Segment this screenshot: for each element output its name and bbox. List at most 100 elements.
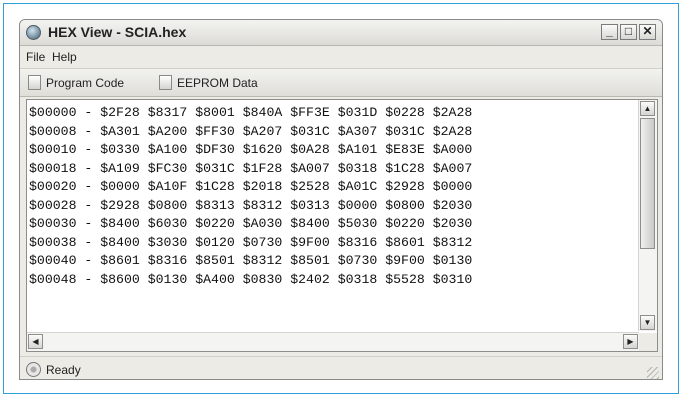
- hex-row: $00000 - $2F28 $8317 $8001 $840A $FF3E $…: [29, 105, 473, 120]
- hex-word: $0000: [100, 179, 140, 194]
- hex-word: $FF30: [195, 123, 235, 139]
- eeprom-data-button[interactable]: EEPROM Data: [159, 73, 258, 92]
- hex-address: $00008: [29, 123, 77, 139]
- hex-word: $2030: [432, 197, 473, 213]
- toolbar: Program Code EEPROM Data: [20, 69, 662, 97]
- vertical-scrollbar[interactable]: ▲ ▼: [638, 100, 657, 331]
- hex-word: $5030: [337, 216, 378, 231]
- hex-dump: $00000 - $2F28 $8317 $8001 $840A $FF3E $…: [29, 104, 637, 289]
- hex-word: $2F28: [100, 105, 140, 120]
- hex-word: $8001: [195, 105, 235, 120]
- hex-row: $00008 - $A301 $A200 $FF30 $A207 $031C $…: [29, 123, 473, 139]
- hex-address: $00020: [29, 179, 77, 194]
- resize-grip-icon[interactable]: [647, 367, 659, 379]
- hex-word: $8400: [100, 234, 140, 250]
- scroll-down-arrow-icon[interactable]: ▼: [640, 315, 655, 330]
- hex-word: $0318: [337, 271, 378, 287]
- hex-word: $8400: [100, 216, 140, 231]
- hex-address: $00038: [29, 234, 77, 250]
- hex-word: $9F00: [290, 234, 330, 250]
- hex-word: $2A28: [432, 123, 473, 139]
- hex-word: $A007: [290, 160, 330, 176]
- hex-word: $3030: [147, 234, 188, 250]
- hex-word: $2018: [242, 179, 283, 194]
- hex-word: $9F00: [385, 253, 425, 268]
- hex-word: $840A: [242, 105, 283, 120]
- eeprom-data-label: EEPROM Data: [177, 75, 258, 90]
- hex-row: $00040 - $8601 $8316 $8501 $8312 $8501 $…: [29, 253, 473, 268]
- hex-word: $2402: [290, 271, 330, 287]
- hex-word: $A10F: [147, 179, 188, 194]
- hex-word: $2928: [385, 179, 425, 194]
- hex-word: $DF30: [195, 142, 235, 157]
- hex-word: $A307: [337, 123, 378, 139]
- hex-word: $031D: [337, 105, 378, 120]
- hex-word: $A301: [100, 123, 140, 139]
- hex-address: $00048: [29, 271, 77, 287]
- hex-word: $A030: [242, 216, 283, 231]
- hex-word: $031C: [195, 160, 235, 176]
- status-icon: [26, 362, 41, 377]
- maximize-button[interactable]: □: [620, 24, 637, 40]
- hex-word: $0730: [242, 234, 283, 250]
- menu-help[interactable]: Help: [52, 50, 77, 64]
- title-bar[interactable]: HEX View - SCIA.hex _ □ ✕: [20, 20, 662, 46]
- hex-address: $00018: [29, 160, 77, 176]
- hex-word: $8316: [147, 253, 188, 268]
- hex-word: $2A28: [432, 105, 473, 120]
- hex-row: $00020 - $0000 $A10F $1C28 $2018 $2528 $…: [29, 179, 473, 194]
- hex-word: $031C: [385, 123, 425, 139]
- program-code-button[interactable]: Program Code: [28, 73, 124, 92]
- hex-word: $1C28: [195, 179, 235, 194]
- hex-word: $A109: [100, 160, 140, 176]
- horizontal-scrollbar[interactable]: ◀ ▶: [27, 332, 639, 351]
- hex-word: $0130: [147, 271, 188, 287]
- hex-word: $0000: [337, 197, 378, 213]
- menu-bar: File Help: [20, 46, 662, 69]
- minimize-button[interactable]: _: [601, 24, 618, 40]
- hex-word: $0730: [337, 253, 378, 268]
- document-icon: [159, 75, 172, 90]
- close-button[interactable]: ✕: [639, 24, 656, 40]
- hex-word: $8601: [385, 234, 425, 250]
- hex-view-window: HEX View - SCIA.hex _ □ ✕ File Help Prog…: [19, 19, 663, 380]
- hex-word: $0800: [385, 197, 425, 213]
- hex-word: $8501: [290, 253, 330, 268]
- hex-word: $8312: [242, 253, 283, 268]
- hex-word: $A100: [147, 142, 188, 157]
- menu-file[interactable]: File: [26, 50, 45, 64]
- scroll-left-arrow-icon[interactable]: ◀: [28, 334, 43, 349]
- hex-word: $8313: [195, 197, 235, 213]
- app-icon: [26, 25, 41, 40]
- hex-word: $8400: [290, 216, 330, 231]
- hex-word: $8600: [100, 271, 140, 287]
- hex-word: $0220: [195, 216, 235, 231]
- hex-content-pane[interactable]: $00000 - $2F28 $8317 $8001 $840A $FF3E $…: [26, 99, 658, 352]
- hex-word: $E83E: [385, 142, 425, 157]
- hex-row: $00038 - $8400 $3030 $0120 $0730 $9F00 $…: [29, 234, 473, 250]
- window-title: HEX View - SCIA.hex: [48, 24, 187, 40]
- vertical-scroll-thumb[interactable]: [640, 118, 655, 249]
- hex-address: $00010: [29, 142, 77, 157]
- hex-word: $031C: [290, 123, 330, 139]
- hex-word: $8317: [147, 105, 188, 120]
- hex-address: $00040: [29, 253, 77, 268]
- hex-word: $1C28: [385, 160, 425, 176]
- scroll-right-arrow-icon[interactable]: ▶: [623, 334, 638, 349]
- hex-word: $0220: [385, 216, 425, 231]
- hex-word: $0313: [290, 197, 330, 213]
- hex-word: $A007: [432, 160, 473, 176]
- hex-word: $0330: [100, 142, 140, 157]
- hex-row: $00030 - $8400 $6030 $0220 $A030 $8400 $…: [29, 216, 473, 231]
- hex-word: $0318: [337, 160, 378, 176]
- program-code-label: Program Code: [46, 75, 125, 90]
- hex-word: $0130: [432, 253, 473, 268]
- scroll-up-arrow-icon[interactable]: ▲: [640, 101, 655, 116]
- hex-word: $0830: [242, 271, 283, 287]
- hex-word: $8316: [337, 234, 378, 250]
- hex-word: $0228: [385, 105, 425, 120]
- hex-word: $FF3E: [290, 105, 330, 120]
- hex-word: $0000: [432, 179, 473, 194]
- hex-word: $A400: [195, 271, 235, 287]
- status-text: Ready: [46, 363, 81, 377]
